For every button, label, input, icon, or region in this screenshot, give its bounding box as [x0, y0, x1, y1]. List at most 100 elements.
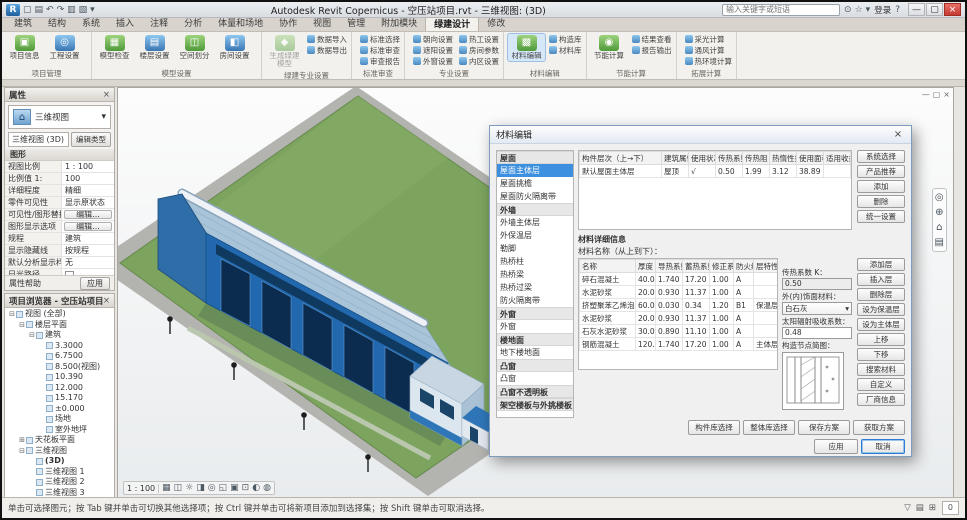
ribbon-small-button[interactable]: 审查报告 [360, 56, 400, 66]
dialog-side-button[interactable]: 添加 [857, 180, 905, 193]
category-tree-item[interactable]: 架空楼板与外挑楼板 [497, 398, 573, 411]
cancel-button[interactable]: 取消 [861, 439, 905, 454]
category-tree-item[interactable]: 热桥柱 [497, 255, 573, 268]
layer-button[interactable]: 设为保温层 [857, 303, 905, 316]
ribbon-small-button[interactable]: 采光计算 [685, 34, 733, 44]
browser-tree-item[interactable]: ⊟ 楼层平面 [5, 320, 114, 331]
library-button[interactable]: 获取方案 [853, 420, 905, 435]
type-selector[interactable]: ⌂ 三维视图 ▾ [8, 105, 111, 129]
steering-wheel-icon[interactable]: ◎ [935, 192, 944, 203]
layer-button[interactable]: 厂商信息 [857, 393, 905, 406]
close-button[interactable]: × [944, 3, 961, 16]
help-search-input[interactable] [722, 4, 840, 16]
ribbon-tab[interactable]: 管理 [339, 17, 373, 31]
category-tree-item[interactable]: 凸窗 [497, 359, 573, 372]
property-value[interactable]: 建筑 [62, 233, 114, 244]
category-tree-item[interactable]: 屋面挑檐 [497, 177, 573, 190]
browser-tree-item[interactable]: 三维视图 1 [5, 467, 114, 478]
crop-region-icon[interactable]: ▣ [230, 483, 239, 493]
category-tree-item[interactable]: 外窗 [497, 307, 573, 320]
ribbon-button[interactable]: ▩材料编辑 [508, 34, 545, 61]
save-icon[interactable]: ▤ [35, 5, 44, 15]
ribbon-tab[interactable]: 分析 [176, 17, 210, 31]
zoom-icon[interactable]: ⊕ [935, 207, 944, 218]
library-button[interactable]: 保存方案 [798, 420, 850, 435]
view-minimize-icon[interactable]: — [922, 90, 930, 99]
layer-button[interactable]: 插入层 [857, 273, 905, 286]
ribbon-button[interactable]: ▤楼层设置 [136, 34, 173, 61]
material-table-row[interactable]: 水泥砂浆20.00.93011.37 1.00A [580, 312, 779, 325]
dialog-side-button[interactable]: 删除 [857, 195, 905, 208]
edit-type-button[interactable]: 编辑类型 [71, 132, 111, 147]
category-tree-item[interactable]: 外墙主体层 [497, 216, 573, 229]
visual-style-icon[interactable]: ▦ [162, 483, 171, 493]
ribbon-tab[interactable]: 修改 [479, 17, 513, 31]
property-value[interactable]: 1 : 100 [62, 161, 114, 172]
browser-tree-item[interactable]: 3.3000 [5, 341, 114, 352]
ribbon-tab[interactable]: 绿建设计 [425, 17, 479, 31]
layer-button[interactable]: 添加层 [857, 258, 905, 271]
ribbon-small-button[interactable]: 外窗设置 [413, 56, 453, 66]
browser-tree-item[interactable]: 场地 [5, 414, 114, 425]
ribbon-small-button[interactable]: 报告输出 [632, 45, 672, 55]
tree-expander-icon[interactable]: ⊞ [18, 435, 26, 446]
browser-tree-item[interactable]: 15.170 [5, 393, 114, 404]
property-row[interactable]: 默认分析显示样式 无 [5, 257, 114, 269]
ribbon-group-label[interactable]: 标准审查 [356, 68, 400, 79]
ribbon-tab[interactable]: 协作 [271, 17, 305, 31]
category-tree-item[interactable]: 勒脚 [497, 242, 573, 255]
ribbon-small-button[interactable]: 构造库 [549, 34, 582, 44]
dialog-title-bar[interactable]: 材料编辑 × [490, 126, 911, 144]
ribbon-small-button[interactable]: 通风计算 [685, 45, 733, 55]
ribbon-group-label[interactable]: 项目管理 [6, 68, 87, 79]
view-scale-button[interactable]: 1 : 100 [127, 484, 159, 493]
layer-button[interactable]: 上移 [857, 333, 905, 346]
ribbon-tab[interactable]: 体量和场地 [210, 17, 271, 31]
ribbon-small-button[interactable]: 材料库 [549, 45, 582, 55]
category-tree-item[interactable]: 楼地面 [497, 333, 573, 346]
category-tree-item[interactable]: 热桥过梁 [497, 281, 573, 294]
ribbon-tab[interactable]: 插入 [108, 17, 142, 31]
property-row[interactable]: 可见性/图形替换 编辑... [5, 209, 114, 221]
account-dropdown-icon[interactable]: ▾ [866, 5, 871, 15]
selection-count[interactable]: 0 [942, 501, 959, 515]
finish-material-select[interactable]: 白石灰▾ [782, 302, 852, 315]
library-button[interactable]: 整体库选择 [743, 420, 795, 435]
reveal-hidden-icon[interactable]: ◍ [263, 483, 271, 493]
ribbon-small-button[interactable]: 标准选择 [360, 34, 400, 44]
property-value[interactable]: 精细 [62, 185, 114, 196]
dialog-side-button[interactable]: 统一设置 [857, 210, 905, 223]
app-logo-icon[interactable]: R [6, 4, 20, 16]
favorites-icon[interactable]: ☆ [855, 5, 863, 15]
close-icon[interactable]: × [103, 90, 110, 100]
property-value[interactable]: 显示原状态 [62, 197, 114, 208]
nav-options-icon[interactable]: ▤ [935, 237, 944, 248]
close-icon[interactable]: × [103, 296, 110, 306]
tree-expander-icon[interactable]: ⊟ [18, 320, 26, 331]
category-tree-item[interactable]: 外窗 [497, 320, 573, 333]
property-value[interactable]: 按规程 [62, 245, 114, 256]
ribbon-group-label[interactable]: 专业设置 [409, 68, 499, 79]
browser-tree-item[interactable]: ⊟ 三维视图 [5, 446, 114, 457]
ribbon-group-label[interactable]: 拓展计算 [681, 68, 733, 79]
ribbon-small-button[interactable]: 房间参数 [459, 45, 499, 55]
ribbon-tab[interactable]: 建筑 [6, 17, 40, 31]
shadows-icon[interactable]: ◨ [196, 483, 205, 493]
component-table[interactable]: 构件层次（上→下）建筑属性使用状况传热系数传热阻热惰性指标使用面积适用收益 默认… [578, 150, 852, 230]
category-tree-item[interactable]: 凸窗 [497, 372, 573, 385]
component-table-row[interactable]: 默认屋面主体层屋顶√0.50 1.993.1238.89 [580, 165, 851, 178]
category-tree-item[interactable]: 凸窗不透明板 [497, 385, 573, 398]
restore-button[interactable]: ▢ [926, 3, 943, 16]
category-tree-item[interactable]: 外保温层 [497, 229, 573, 242]
ribbon-group-label[interactable]: 模型设置 [96, 68, 257, 79]
category-tree-item[interactable]: 热桥梁 [497, 268, 573, 281]
browser-tree-item[interactable]: ⊟ 建筑 [5, 330, 114, 341]
layer-button[interactable]: 删除层 [857, 288, 905, 301]
browser-tree-item[interactable]: 10.390 [5, 372, 114, 383]
property-value[interactable]: 无 [62, 257, 114, 268]
sun-path-icon[interactable]: ☼ [185, 483, 193, 493]
ribbon-small-button[interactable]: 朝向设置 [413, 34, 453, 44]
ribbon-group-label[interactable]: 绿建专业设置 [266, 70, 347, 81]
browser-tree-item[interactable]: ⊞ 天花板平面 [5, 435, 114, 446]
print-icon[interactable]: ▥ [67, 5, 76, 15]
